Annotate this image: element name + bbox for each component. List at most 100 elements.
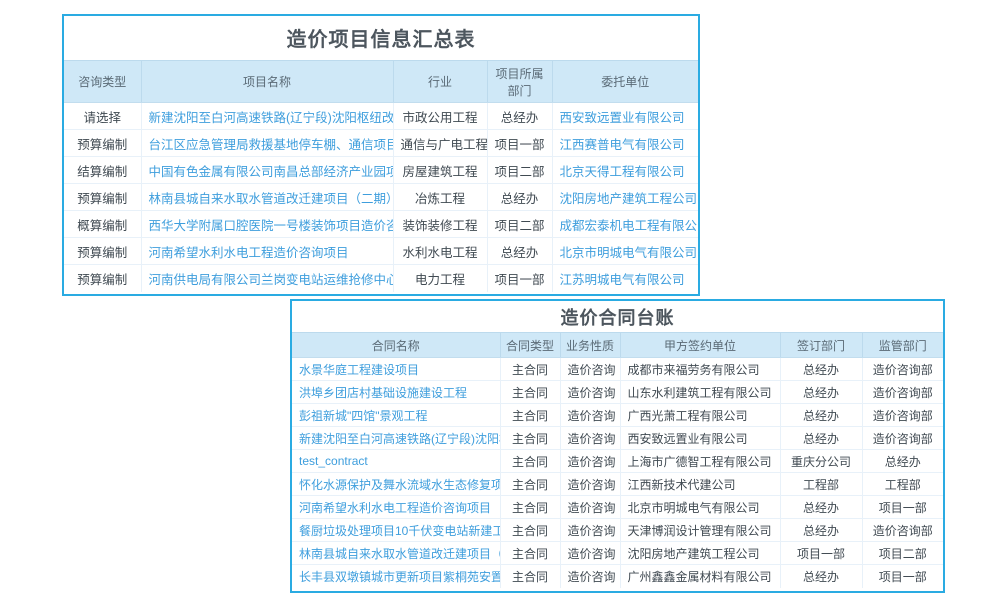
cell-party: 成都市来福劳务有限公司: [620, 358, 780, 381]
cell-type: 主合同: [500, 358, 560, 381]
cell-name[interactable]: 林南县城自来水取水管道改迁建项目（二期）: [141, 184, 393, 211]
table-row: 餐厨垃圾处理项目10千伏变电站新建工程主合同造价咨询天津博润设计管理有限公司总经…: [292, 519, 943, 542]
cell-type: 主合同: [500, 565, 560, 588]
cell-supervise_dept: 项目二部: [862, 542, 943, 565]
column-header-sign_dept: 签订部门: [780, 333, 862, 358]
cell-party: 山东水利建筑工程有限公司: [620, 381, 780, 404]
table-row: 怀化水源保护及舞水流域水生态修复项目合同主合同造价咨询江西新技术代建公司工程部工…: [292, 473, 943, 496]
cell-party: 北京市明城电气有限公司: [620, 496, 780, 519]
cell-sign_dept: 重庆分公司: [780, 450, 862, 473]
cell-biz: 造价咨询: [560, 473, 620, 496]
column-header-party: 甲方签约单位: [620, 333, 780, 358]
cell-dept: 项目二部: [487, 211, 552, 238]
table-row: 概算编制西华大学附属口腔医院一号楼装饰项目造价咨询装饰装修工程项目二部成都宏泰机…: [64, 211, 698, 238]
cell-type: 结算编制: [64, 157, 141, 184]
cell-dept: 项目一部: [487, 130, 552, 157]
cell-name[interactable]: 中国有色金属有限公司南昌总部经济产业园项目二期: [141, 157, 393, 184]
cell-name[interactable]: 河南希望水利水电工程造价咨询项目: [292, 496, 500, 519]
table-row: 长丰县双墩镇城市更新项目紫桐苑安置点主合同造价咨询广州鑫鑫金属材料有限公司总经办…: [292, 565, 943, 588]
cell-party: 广西光萧工程有限公司: [620, 404, 780, 427]
cell-type: 主合同: [500, 473, 560, 496]
contract-ledger-title: 造价合同台账: [292, 301, 943, 332]
cell-client[interactable]: 成都宏泰机电工程有限公司: [552, 211, 698, 238]
cell-sign_dept: 总经办: [780, 358, 862, 381]
cell-name[interactable]: 河南供电局有限公司兰岗变电站运维抢修中心项目: [141, 265, 393, 292]
cell-industry: 通信与广电工程: [393, 130, 487, 157]
cell-supervise_dept: 项目一部: [862, 565, 943, 588]
cell-industry: 水利水电工程: [393, 238, 487, 265]
table-row: test_contract主合同造价咨询上海市广德智工程有限公司重庆分公司总经办: [292, 450, 943, 473]
cell-industry: 电力工程: [393, 265, 487, 292]
cell-name[interactable]: 西华大学附属口腔医院一号楼装饰项目造价咨询: [141, 211, 393, 238]
cell-type: 预算编制: [64, 265, 141, 292]
cell-dept: 总经办: [487, 238, 552, 265]
cell-type: 主合同: [500, 519, 560, 542]
cell-supervise_dept: 造价咨询部: [862, 404, 943, 427]
cell-dept: 总经办: [487, 184, 552, 211]
cell-sign_dept: 总经办: [780, 381, 862, 404]
cell-sign_dept: 总经办: [780, 496, 862, 519]
cell-type: 主合同: [500, 542, 560, 565]
cell-name[interactable]: 怀化水源保护及舞水流域水生态修复项目合同: [292, 473, 500, 496]
cell-client[interactable]: 江西赛普电气有限公司: [552, 130, 698, 157]
column-header-type: 合同类型: [500, 333, 560, 358]
cell-type: 主合同: [500, 496, 560, 519]
cell-name[interactable]: 台江区应急管理局救援基地停车棚、通信项目: [141, 130, 393, 157]
cell-biz: 造价咨询: [560, 381, 620, 404]
cell-biz: 造价咨询: [560, 427, 620, 450]
cell-type: 主合同: [500, 450, 560, 473]
cell-name[interactable]: 新建沈阳至白河高速铁路(辽宁段)沈阳枢纽改建工程: [141, 103, 393, 130]
cell-client[interactable]: 北京市明城电气有限公司: [552, 238, 698, 265]
cell-name[interactable]: 水景华庭工程建设项目: [292, 358, 500, 381]
cell-name[interactable]: 河南希望水利水电工程造价咨询项目: [141, 238, 393, 265]
table-row: 预算编制河南希望水利水电工程造价咨询项目水利水电工程总经办北京市明城电气有限公司: [64, 238, 698, 265]
cell-type: 预算编制: [64, 130, 141, 157]
cell-biz: 造价咨询: [560, 519, 620, 542]
cell-industry: 装饰装修工程: [393, 211, 487, 238]
column-header-name: 项目名称: [141, 61, 393, 103]
cell-name[interactable]: 彭祖新城"四馆"景观工程: [292, 404, 500, 427]
cell-name[interactable]: 新建沈阳至白河高速铁路(辽宁段)沈阳枢纽改建工程: [292, 427, 500, 450]
cell-client[interactable]: 北京天得工程有限公司: [552, 157, 698, 184]
cell-biz: 造价咨询: [560, 358, 620, 381]
cell-name[interactable]: 林南县城自来水取水管道改迁建项目（二期）: [292, 542, 500, 565]
table-row: 林南县城自来水取水管道改迁建项目（二期）主合同造价咨询沈阳房地产建筑工程公司项目…: [292, 542, 943, 565]
table-row: 预算编制林南县城自来水取水管道改迁建项目（二期）冶炼工程总经办沈阳房地产建筑工程…: [64, 184, 698, 211]
cell-dept: 总经办: [487, 103, 552, 130]
cell-biz: 造价咨询: [560, 565, 620, 588]
contract-header-row: 合同名称合同类型业务性质甲方签约单位签订部门监管部门: [292, 333, 943, 358]
column-header-client: 委托单位: [552, 61, 698, 103]
cell-client[interactable]: 西安致远置业有限公司: [552, 103, 698, 130]
summary-table: 咨询类型项目名称行业项目所属部门委托单位 请选择新建沈阳至白河高速铁路(辽宁段)…: [64, 60, 698, 292]
cell-name[interactable]: test_contract: [292, 450, 500, 473]
cell-industry: 冶炼工程: [393, 184, 487, 211]
table-row: 水景华庭工程建设项目主合同造价咨询成都市来福劳务有限公司总经办造价咨询部: [292, 358, 943, 381]
table-row: 新建沈阳至白河高速铁路(辽宁段)沈阳枢纽改建工程主合同造价咨询西安致远置业有限公…: [292, 427, 943, 450]
summary-table-title: 造价项目信息汇总表: [64, 16, 698, 60]
cell-party: 西安致远置业有限公司: [620, 427, 780, 450]
cell-dept: 项目一部: [487, 265, 552, 292]
cell-type: 主合同: [500, 427, 560, 450]
cell-supervise_dept: 总经办: [862, 450, 943, 473]
column-header-industry: 行业: [393, 61, 487, 103]
cell-biz: 造价咨询: [560, 450, 620, 473]
cell-sign_dept: 项目一部: [780, 542, 862, 565]
column-header-supervise_dept: 监管部门: [862, 333, 943, 358]
contract-ledger-table: 合同名称合同类型业务性质甲方签约单位签订部门监管部门 水景华庭工程建设项目主合同…: [292, 332, 943, 588]
summary-table-panel: 造价项目信息汇总表 咨询类型项目名称行业项目所属部门委托单位 请选择新建沈阳至白…: [62, 14, 700, 296]
table-row: 预算编制河南供电局有限公司兰岗变电站运维抢修中心项目电力工程项目一部江苏明城电气…: [64, 265, 698, 292]
column-header-dept: 项目所属部门: [487, 61, 552, 103]
cell-name[interactable]: 餐厨垃圾处理项目10千伏变电站新建工程: [292, 519, 500, 542]
table-row: 洪埠乡团店村基础设施建设工程主合同造价咨询山东水利建筑工程有限公司总经办造价咨询…: [292, 381, 943, 404]
cell-sign_dept: 总经办: [780, 565, 862, 588]
cell-client[interactable]: 江苏明城电气有限公司: [552, 265, 698, 292]
cell-client[interactable]: 沈阳房地产建筑工程公司: [552, 184, 698, 211]
cell-name[interactable]: 洪埠乡团店村基础设施建设工程: [292, 381, 500, 404]
cell-party: 天津博润设计管理有限公司: [620, 519, 780, 542]
cell-type[interactable]: 请选择: [64, 103, 141, 130]
cell-biz: 造价咨询: [560, 496, 620, 519]
cell-name[interactable]: 长丰县双墩镇城市更新项目紫桐苑安置点: [292, 565, 500, 588]
cell-type: 主合同: [500, 381, 560, 404]
table-row: 河南希望水利水电工程造价咨询项目主合同造价咨询北京市明城电气有限公司总经办项目一…: [292, 496, 943, 519]
cell-industry: 市政公用工程: [393, 103, 487, 130]
